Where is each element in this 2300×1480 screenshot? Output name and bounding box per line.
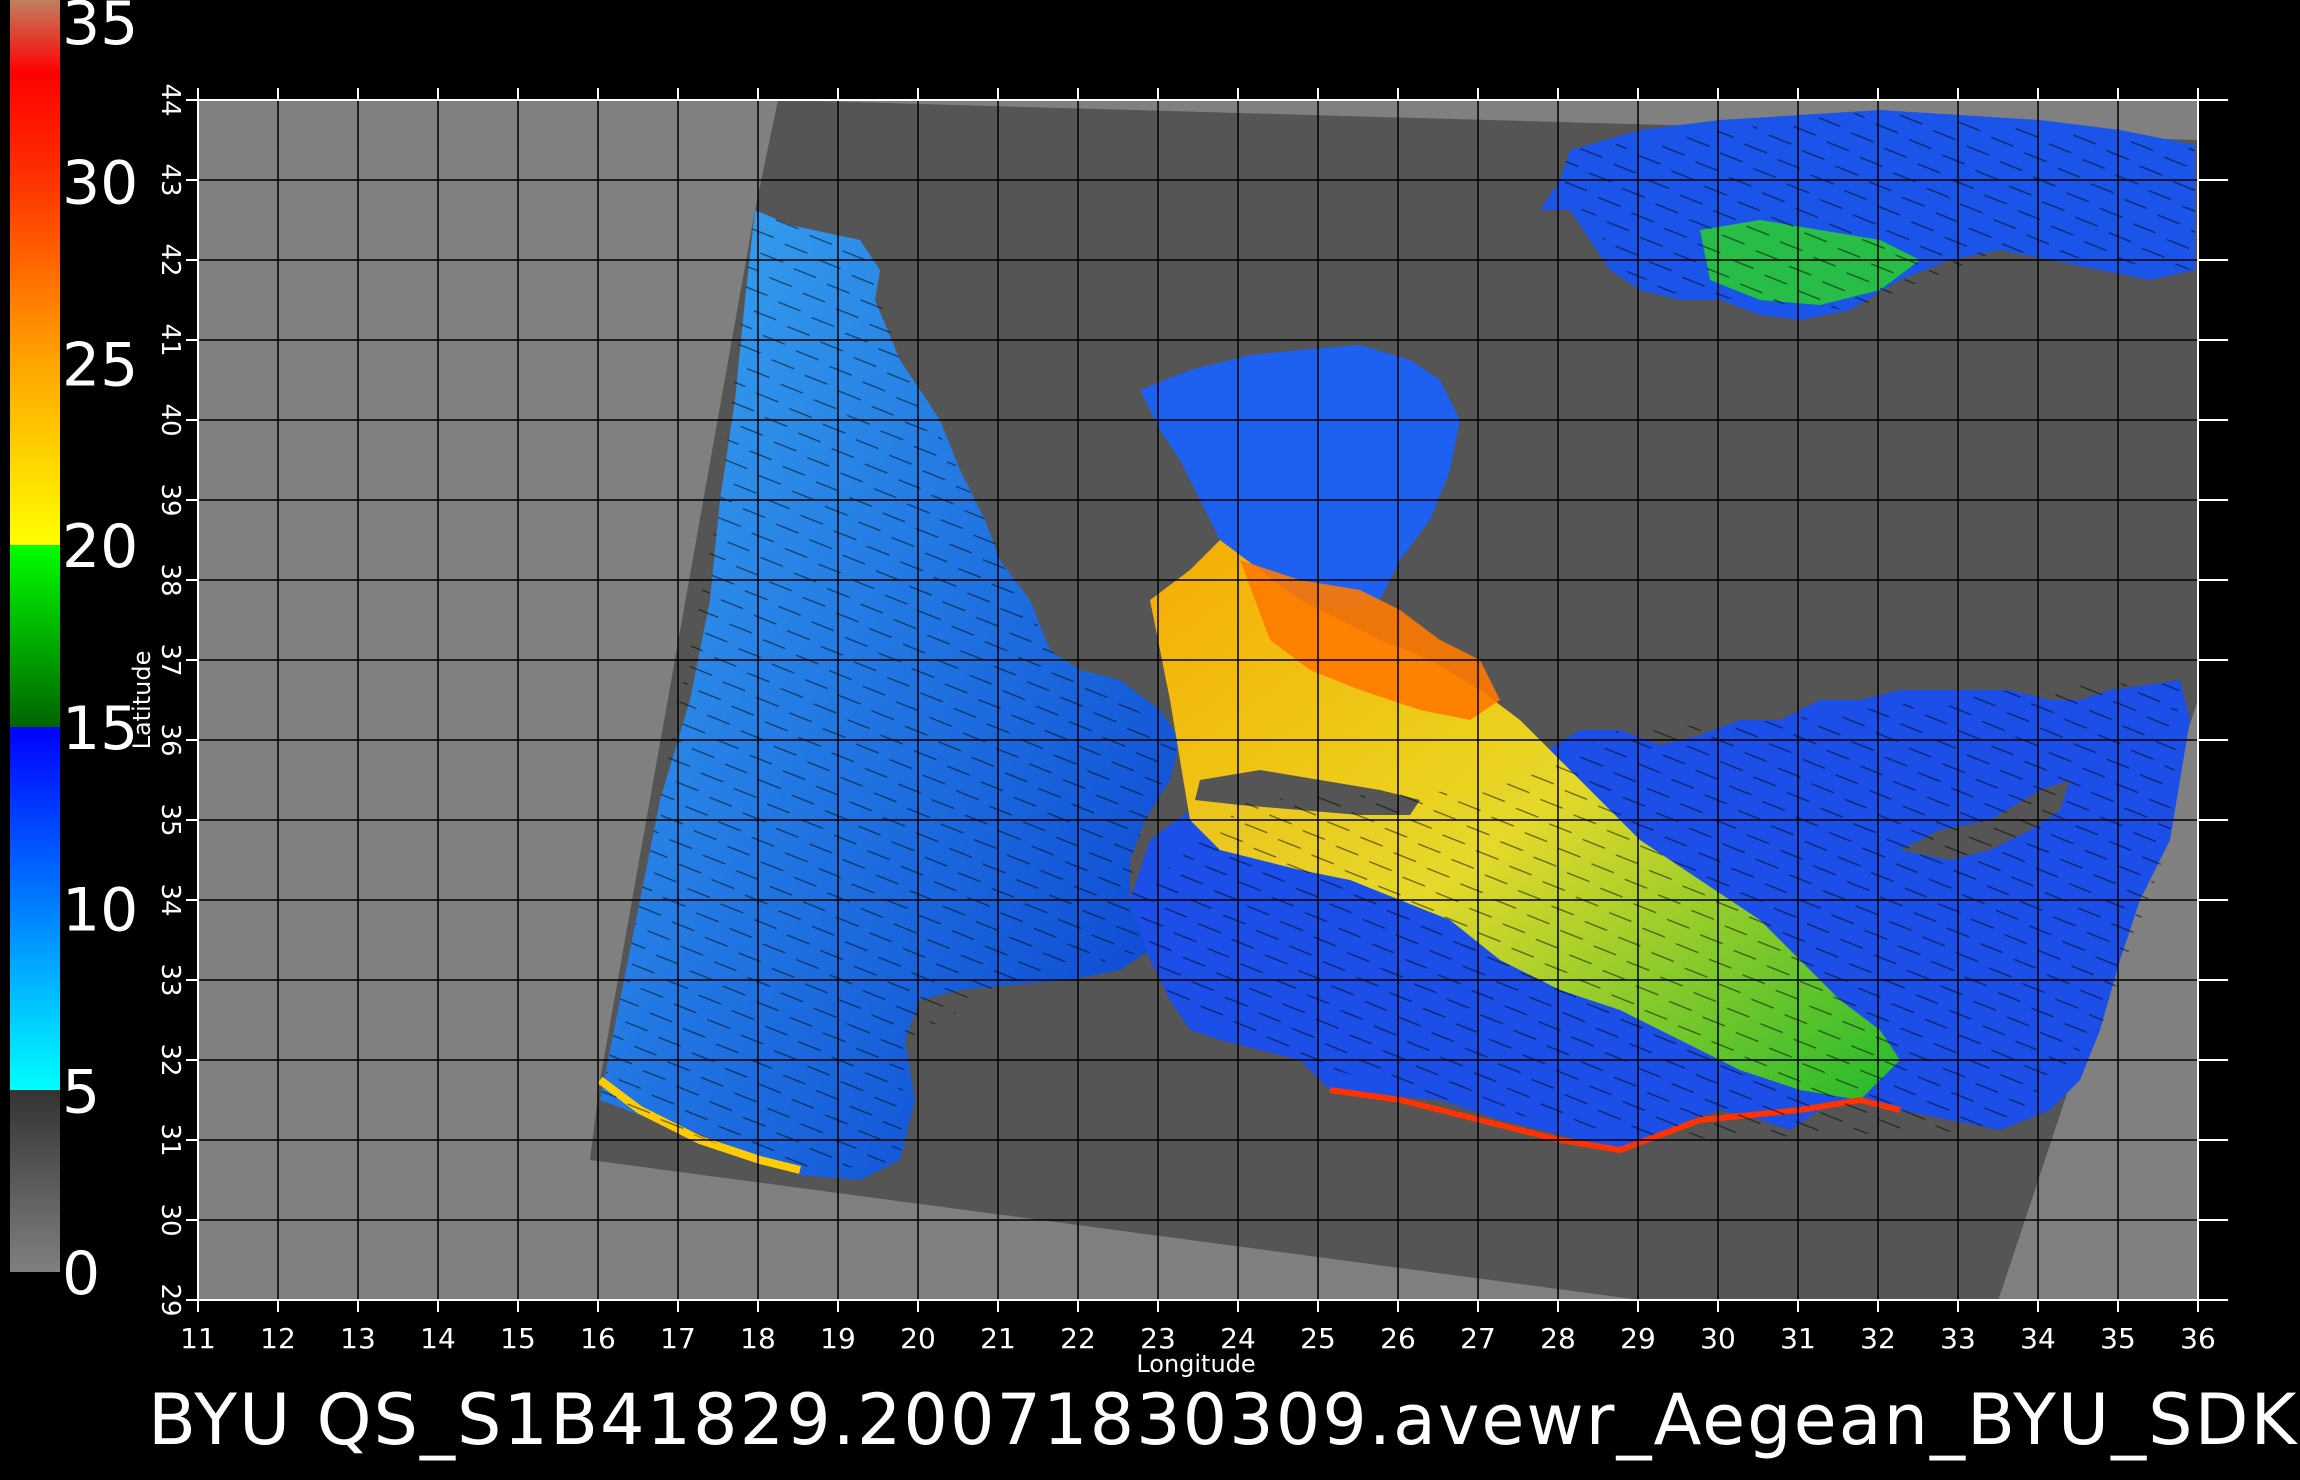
x-tick-label: 22 [1060,1322,1096,1355]
x-tick-label: 13 [340,1322,376,1355]
colorbar-tick-label: 30 [62,149,138,219]
y-tick-label: 33 [155,963,185,996]
y-tick-label: 39 [155,483,185,516]
x-tick-label: 12 [260,1322,296,1355]
y-tick-label: 31 [155,1123,185,1156]
x-tick-label: 36 [2180,1322,2216,1355]
y-tick-label: 38 [155,563,185,596]
colorbar [10,0,60,1272]
x-tick-label: 21 [980,1322,1016,1355]
x-tick-label: 11 [180,1322,216,1355]
x-tick-label: 20 [900,1322,936,1355]
y-tick-label: 43 [155,163,185,196]
x-tick-label: 30 [1700,1322,1736,1355]
y-tick-label: 36 [155,723,185,756]
x-tick-label: 16 [580,1322,616,1355]
x-tick-label: 15 [500,1322,536,1355]
y-tick-label: 35 [155,803,185,836]
y-tick-label: 44 [155,83,185,116]
x-tick-label: 29 [1620,1322,1656,1355]
x-tick-label: 33 [1940,1322,1976,1355]
y-tick-label: 41 [155,323,185,356]
x-tick-label: 25 [1300,1322,1336,1355]
y-tick-label: 32 [155,1043,185,1076]
image-title: BYU QS_S1B41829.20071830309.avewr_Aegean… [148,1379,2299,1461]
x-tick-label: 14 [420,1322,456,1355]
colorbar-tick-label: 15 [62,694,138,764]
x-tick-label: 27 [1460,1322,1496,1355]
y-tick-label: 42 [155,243,185,276]
colorbar-tick-label: 35 [62,0,138,59]
wind-speed-map: 11 12 13 14 15 16 17 18 19 20 21 22 23 24 25 26 27 28 29 30… [10,0,2228,1378]
y-tick-label: 40 [155,403,185,436]
y-tick-label: 30 [155,1203,185,1236]
colorbar-tick-label: 5 [62,1057,100,1127]
colorbar-tick-label: 25 [62,330,138,400]
y-tick-label: 37 [155,643,185,676]
colorbar-tick-label: 10 [62,876,138,946]
colorbar-ticks: 35 30 25 20 15 10 5 0 [62,0,138,1309]
x-tick-label: 32 [1860,1322,1896,1355]
y-tick-label: 29 [155,1283,185,1316]
x-tick-label: 34 [2020,1322,2056,1355]
colorbar-tick-label: 0 [62,1239,100,1309]
x-tick-label: 17 [660,1322,696,1355]
x-tick-label: 31 [1780,1322,1816,1355]
x-tick-label: 26 [1380,1322,1416,1355]
x-tick-label: 18 [740,1322,776,1355]
x-tick-label: 19 [820,1322,856,1355]
x-tick-label: 28 [1540,1322,1576,1355]
x-tick-label: 35 [2100,1322,2136,1355]
y-tick-label: 34 [155,883,185,916]
colorbar-tick-label: 20 [62,512,138,582]
